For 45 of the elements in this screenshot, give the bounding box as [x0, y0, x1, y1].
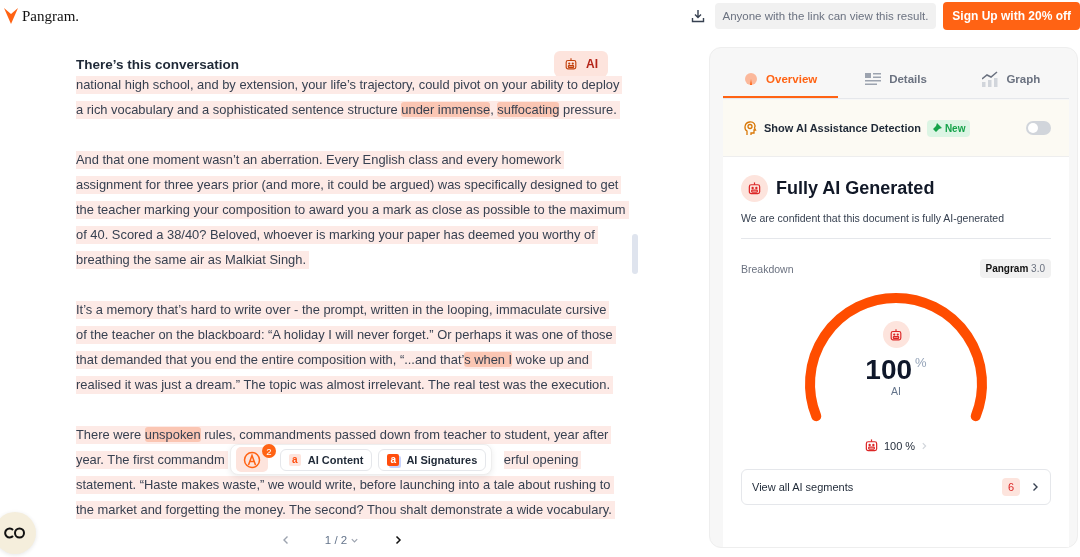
- panel-tab[interactable]: Overview: [723, 66, 839, 98]
- view-segments-button[interactable]: View all AI segments 6: [741, 469, 1051, 505]
- download-icon[interactable]: [690, 9, 705, 23]
- robot-icon: [564, 57, 578, 71]
- robot-icon: [863, 438, 879, 453]
- assist-toggle[interactable]: [1026, 121, 1051, 135]
- new-tag: New: [926, 119, 971, 137]
- robot-icon: [889, 327, 903, 342]
- toolbar-button[interactable]: a AI Content: [279, 448, 373, 471]
- head-icon: [742, 120, 758, 136]
- pin-icon: [931, 123, 942, 133]
- gauge-label: AI: [891, 385, 901, 397]
- share-note: Anyone with the link can view this result.: [714, 3, 937, 29]
- badge-label: AI: [586, 57, 598, 71]
- letter-tile-icon: a: [387, 453, 400, 466]
- signup-button[interactable]: Sign Up with 20% off: [943, 2, 1080, 30]
- next-page-icon[interactable]: [393, 535, 404, 545]
- robot-icon: [747, 181, 762, 196]
- verdict-description: We are confident that this document is fully AI-generated: [741, 212, 1051, 239]
- document-title: There’s this conversation: [76, 56, 240, 72]
- loop-icon: [4, 527, 26, 539]
- segment-count: 6: [1001, 478, 1020, 496]
- chevron-icon: [920, 441, 929, 450]
- verdict-title: Fully AI Generated: [776, 178, 935, 199]
- model-tag: Pangram 3.0: [979, 259, 1051, 278]
- assist-label: Show AI Assistance Detection: [764, 122, 921, 134]
- gauge-unit: %: [915, 355, 927, 370]
- letter-tile-icon: a: [288, 453, 301, 466]
- assistant-button[interactable]: [0, 512, 36, 554]
- toolbar-button[interactable]: a AI Signatures: [378, 448, 487, 471]
- breakdown-label: Breakdown: [741, 262, 794, 275]
- gauge-icon: [744, 72, 759, 86]
- scrollbar-thumb[interactable]: [632, 234, 638, 274]
- arch-circle-icon: [242, 450, 261, 469]
- chart-icon: [982, 71, 999, 87]
- logo-text: Pangram.: [22, 7, 80, 25]
- panel-tab[interactable]: Details: [838, 66, 954, 98]
- panel-tab[interactable]: Graph: [953, 66, 1069, 98]
- page-selector[interactable]: 1 / 2: [318, 533, 366, 547]
- gauge-value: 100: [865, 355, 913, 385]
- detector-button[interactable]: [235, 447, 268, 472]
- chevron-icon: [1030, 482, 1040, 492]
- list-icon: [865, 72, 882, 86]
- logo-icon: [4, 8, 18, 24]
- ai-share-text: 100 %: [883, 439, 916, 452]
